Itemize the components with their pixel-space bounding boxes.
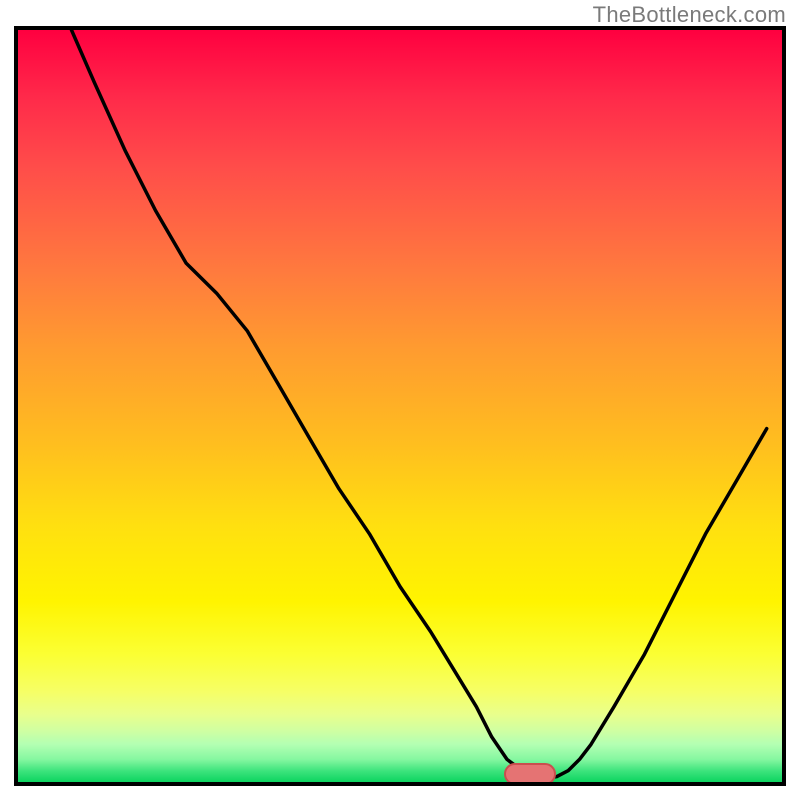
heat-gradient-background — [18, 30, 782, 782]
watermark-label: TheBottleneck.com — [593, 2, 786, 28]
plot-frame — [14, 26, 786, 786]
optimal-point-marker — [504, 763, 556, 785]
chart-stage: TheBottleneck.com — [0, 0, 800, 800]
